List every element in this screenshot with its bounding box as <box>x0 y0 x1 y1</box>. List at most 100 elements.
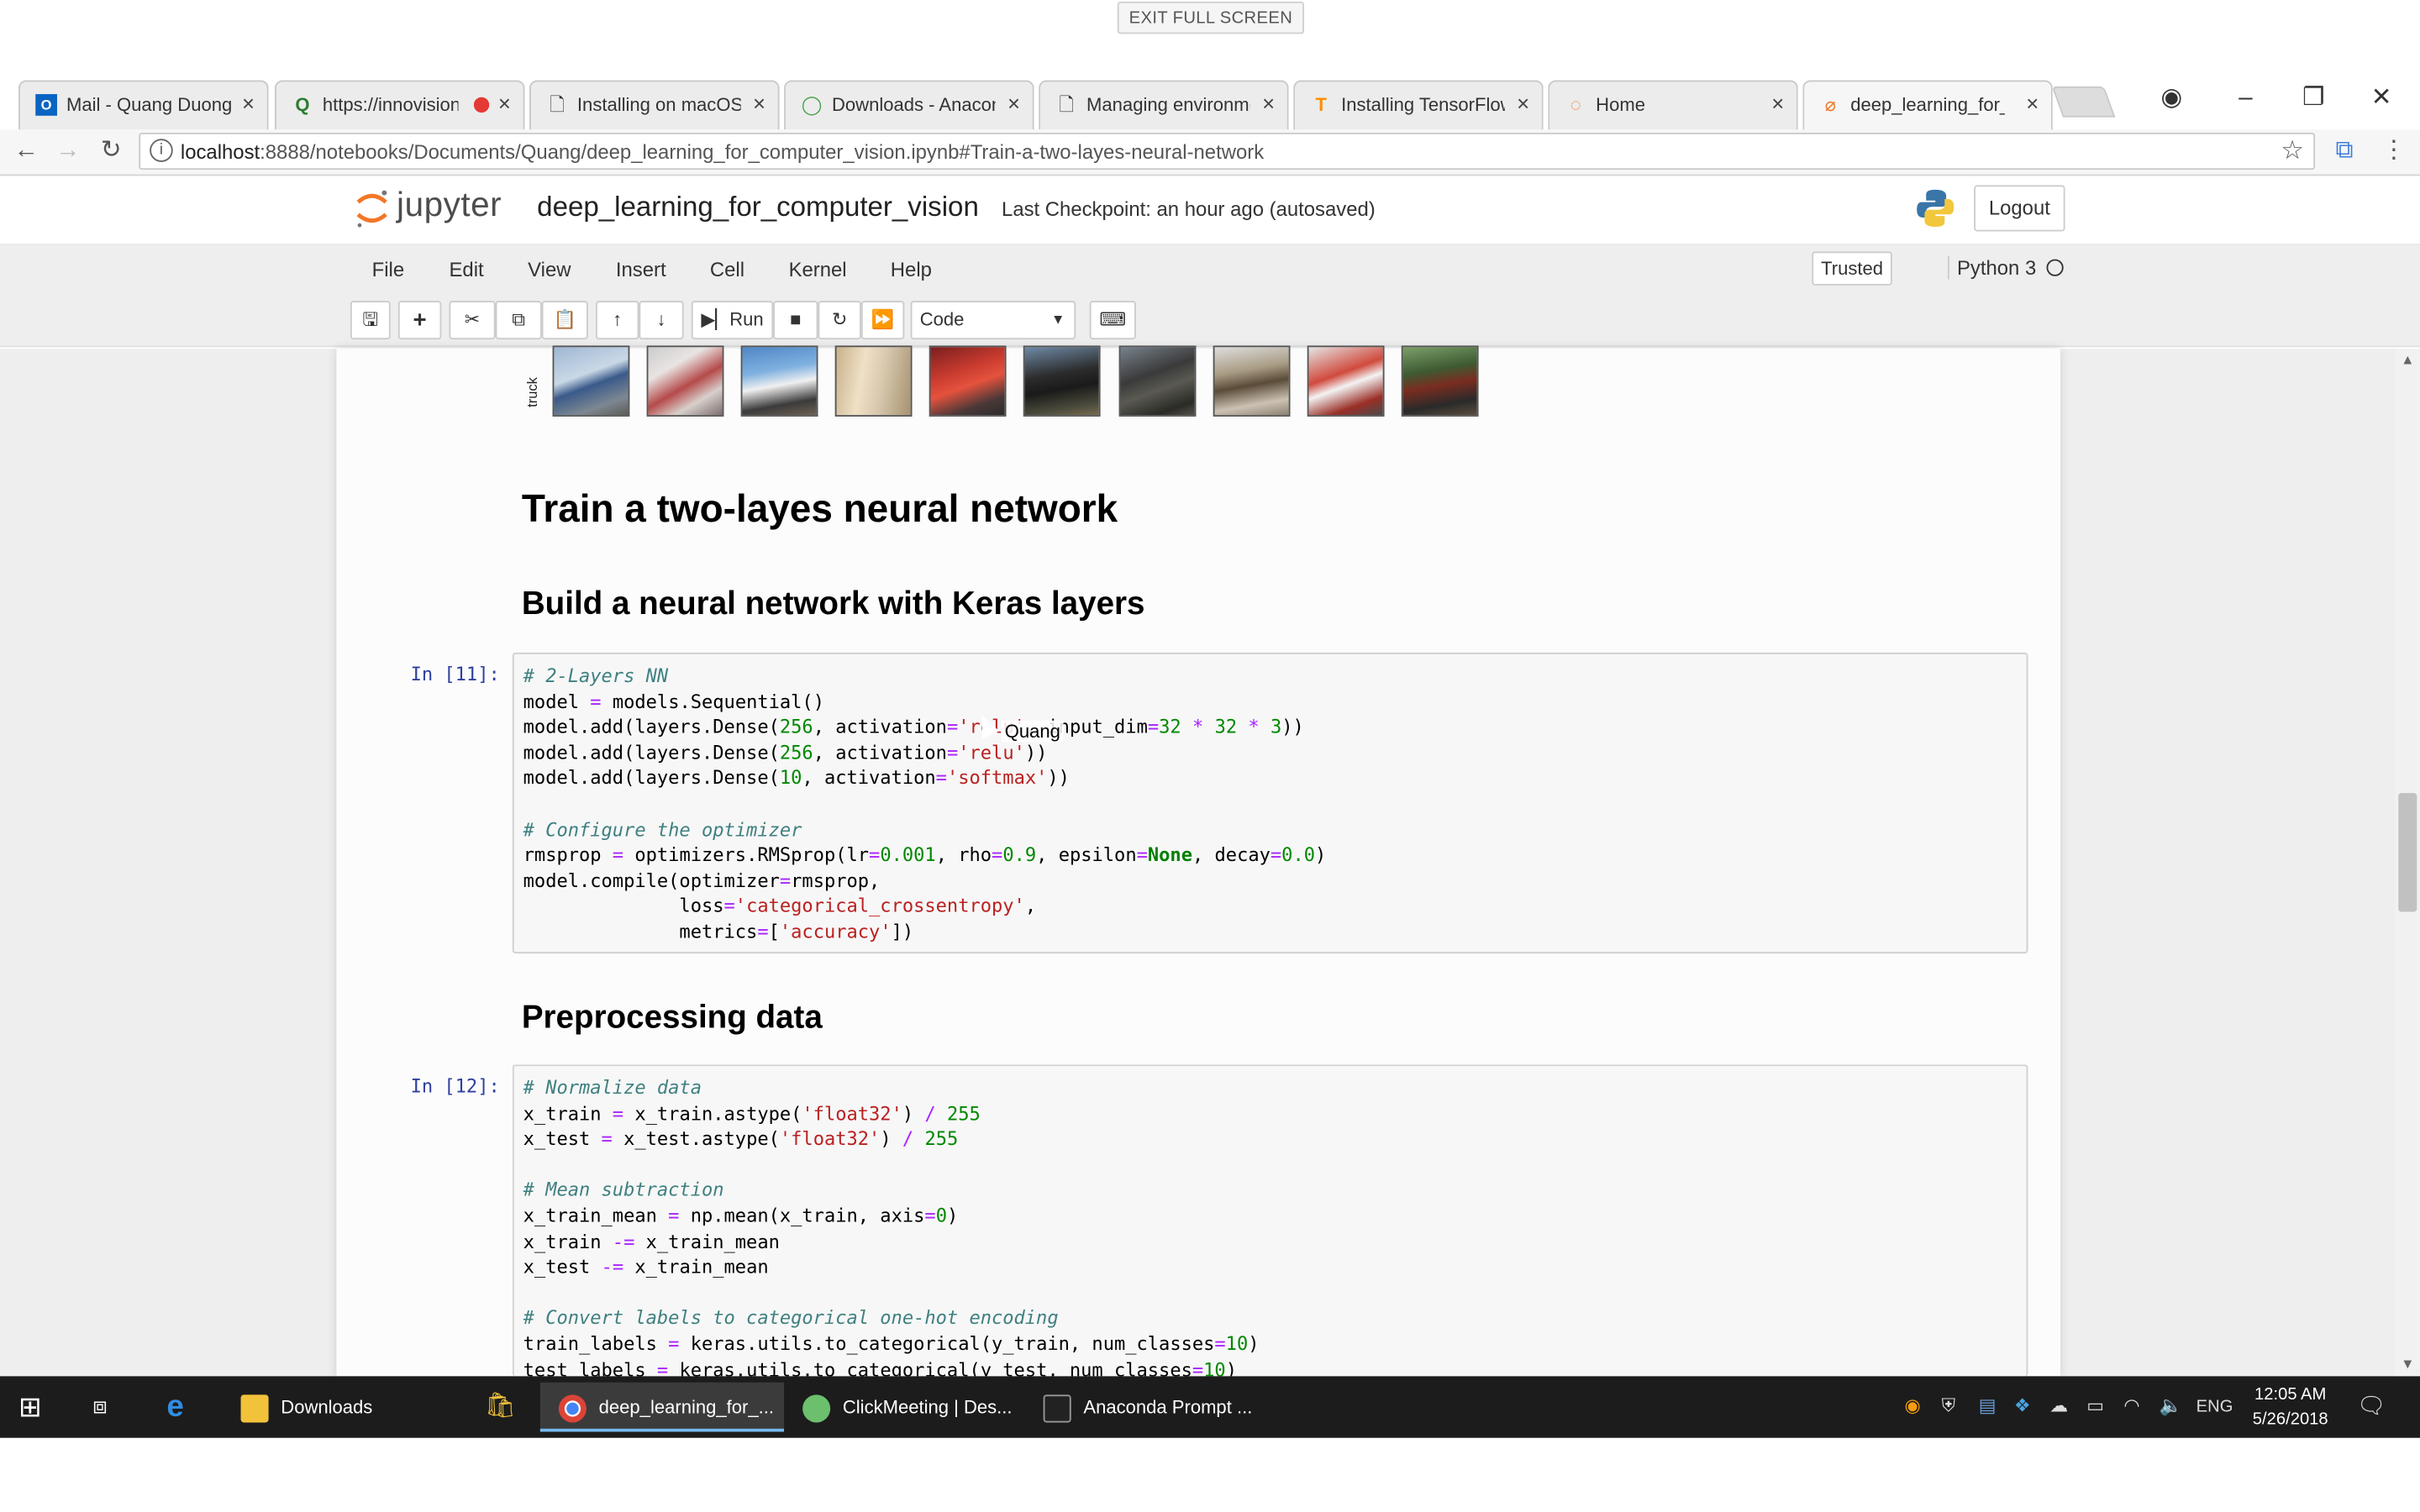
menu-insert[interactable]: Insert <box>616 258 666 281</box>
menu-icon[interactable]: ⋮ <box>2377 134 2411 168</box>
wifi-icon[interactable]: ◠ <box>2123 1394 2139 1416</box>
paste-icon[interactable]: 📋 <box>541 301 588 340</box>
taskbar-clickmeeting[interactable]: ClickMeeting | Des... <box>802 1383 1013 1432</box>
exit-full-screen-button[interactable]: EXIT FULL SCREEN <box>1117 1 1305 34</box>
restart-run-all-icon[interactable]: ⏩ <box>860 301 905 340</box>
battery-icon[interactable]: ▭ <box>2086 1394 2104 1416</box>
close-window-button[interactable]: ✕ <box>2359 81 2405 118</box>
reload-button[interactable]: ↻ <box>94 134 128 168</box>
add-cell-icon[interactable]: + <box>397 301 442 340</box>
tab-managing-environments[interactable]: 🗋 Managing environme × <box>1039 80 1289 130</box>
tray-icon[interactable]: ▤ <box>1979 1394 1996 1416</box>
start-button[interactable]: ⊞ <box>18 1383 42 1432</box>
close-icon[interactable]: × <box>242 91 255 115</box>
restore-button[interactable]: ❐ <box>2291 81 2337 118</box>
chrome-icon <box>558 1394 587 1423</box>
url-text: localhost:8888/notebooks/Documents/Quang… <box>180 140 1265 164</box>
copy-icon[interactable]: ⧉ <box>495 301 542 340</box>
task-view-icon[interactable]: ⧈ <box>92 1383 108 1432</box>
notifications-icon[interactable]: 🗨 <box>2357 1392 2386 1420</box>
move-down-icon[interactable]: ↓ <box>639 301 684 340</box>
close-icon[interactable]: × <box>1517 91 1529 115</box>
jupyter-brand[interactable]: jupyter <box>397 185 502 225</box>
truck-image <box>929 345 1007 417</box>
edge-icon[interactable]: e <box>166 1383 183 1432</box>
jupyter-logo-icon[interactable] <box>354 186 391 229</box>
back-button[interactable]: ← <box>9 134 43 168</box>
menu-kernel[interactable]: Kernel <box>789 258 847 281</box>
taskbar-chrome[interactable]: deep_learning_for_... <box>539 1382 785 1432</box>
tray-icon[interactable]: ⛨ <box>1942 1394 1956 1418</box>
code-text[interactable]: # Normalize data x_train = x_train.astyp… <box>523 1075 1260 1376</box>
tab-home[interactable]: ◌ Home × <box>1548 80 1798 130</box>
code-cell-12[interactable]: # Normalize data x_train = x_train.astyp… <box>512 1064 2028 1377</box>
close-icon[interactable]: × <box>1262 91 1275 115</box>
clock-date: 5/26/2018 <box>2252 1410 2328 1429</box>
volume-icon[interactable]: 🔈 <box>2160 1394 2182 1416</box>
close-icon[interactable]: × <box>753 91 765 115</box>
menu-view[interactable]: View <box>528 258 571 281</box>
python-logo-icon <box>1917 189 1954 227</box>
taskbar-anaconda-prompt[interactable]: Anaconda Prompt ... <box>1043 1383 1252 1432</box>
clock[interactable]: 12:05 AM 5/26/2018 <box>2244 1383 2337 1432</box>
tab-installing-tensorflow[interactable]: T Installing TensorFlow × <box>1293 80 1544 130</box>
new-tab-button[interactable] <box>2051 86 2116 118</box>
menu-cell[interactable]: Cell <box>710 258 744 281</box>
scroll-down-arrow-icon[interactable]: ▼ <box>2396 1356 2418 1371</box>
store-icon[interactable]: 🛍 <box>485 1383 516 1432</box>
restart-icon[interactable]: ↻ <box>818 301 861 340</box>
scrollbar-thumb[interactable] <box>2398 793 2417 912</box>
terminal-icon <box>1043 1394 1071 1423</box>
extension-icon[interactable]: ⧉ <box>2328 134 2361 168</box>
interrupt-icon[interactable]: ■ <box>773 301 818 340</box>
tab-label: Downloads - Anacon <box>831 94 996 116</box>
logout-button[interactable]: Logout <box>1974 185 2065 232</box>
minimize-button[interactable]: – <box>2223 81 2269 118</box>
page-icon: 🗋 <box>550 94 565 116</box>
notebook-name[interactable]: deep_learning_for_computer_vision <box>537 192 979 224</box>
kernel-idle-indicator <box>2046 259 2064 276</box>
menu-edit[interactable]: Edit <box>449 258 483 281</box>
tray-icon[interactable]: ◉ <box>1905 1394 1921 1416</box>
menu-file[interactable]: File <box>372 258 404 281</box>
tab-deep-learning[interactable]: ⌀ deep_learning_for_c × <box>1802 80 2053 132</box>
close-icon[interactable]: × <box>2026 91 2039 115</box>
tray-icon[interactable]: ☁ <box>2049 1394 2068 1416</box>
close-icon[interactable]: × <box>1007 91 1020 115</box>
language-indicator[interactable]: ENG <box>2196 1398 2233 1416</box>
cut-icon[interactable]: ✂ <box>449 301 496 340</box>
keyboard-icon[interactable]: ⌨ <box>1089 301 1136 340</box>
profile-icon[interactable]: ◉ <box>2149 81 2195 118</box>
menu-help[interactable]: Help <box>891 258 932 281</box>
address-bar[interactable]: i localhost:8888/notebooks/Documents/Qua… <box>139 132 2316 171</box>
jupyter-icon: ◌ <box>1570 94 1581 116</box>
run-button[interactable]: ▶▏Run <box>691 301 774 340</box>
forward-button[interactable]: → <box>51 134 85 168</box>
code-cell-11[interactable]: # 2-Layers NN model = models.Sequential(… <box>512 652 2028 954</box>
scroll-up-arrow-icon[interactable]: ▲ <box>2396 352 2418 367</box>
close-icon[interactable]: × <box>1771 91 1784 115</box>
heading-train-two-layer: Train a two-layes neural network <box>521 487 1118 531</box>
code-text[interactable]: # 2-Layers NN model = models.Sequential(… <box>523 664 1327 945</box>
tab-mail[interactable]: O Mail - Quang Duong × <box>18 80 269 130</box>
page-icon: 🗋 <box>1059 94 1075 116</box>
cell-prompt: In [11]: <box>410 663 500 685</box>
dropbox-icon[interactable]: ❖ <box>2014 1394 2031 1416</box>
truck-image <box>1023 345 1101 417</box>
taskbar-downloads[interactable]: Downloads <box>240 1383 372 1432</box>
trusted-indicator[interactable]: Trusted <box>1812 251 1892 286</box>
truck-image <box>834 345 913 417</box>
save-icon[interactable]: 🖫 <box>350 301 391 340</box>
truck-image <box>1307 345 1385 417</box>
tab-installing-macos[interactable]: 🗋 Installing on macOS × <box>529 80 780 130</box>
close-icon[interactable]: × <box>498 91 511 115</box>
move-up-icon[interactable]: ↑ <box>595 301 639 340</box>
cell-type-select[interactable]: Code ▼ <box>910 301 1076 340</box>
image-row-label: truck <box>524 377 540 407</box>
bookmark-star-icon[interactable]: ☆ <box>2281 136 2304 167</box>
tab-anaconda-downloads[interactable]: ◯ Downloads - Anacon × <box>784 80 1034 130</box>
cursor-user-label: Quang <box>1002 720 1064 743</box>
screen: EXIT FULL SCREEN O Mail - Quang Duong × … <box>0 0 2420 1512</box>
info-icon[interactable]: i <box>150 139 173 162</box>
tab-innovision[interactable]: Q https://innovision × <box>274 80 525 130</box>
